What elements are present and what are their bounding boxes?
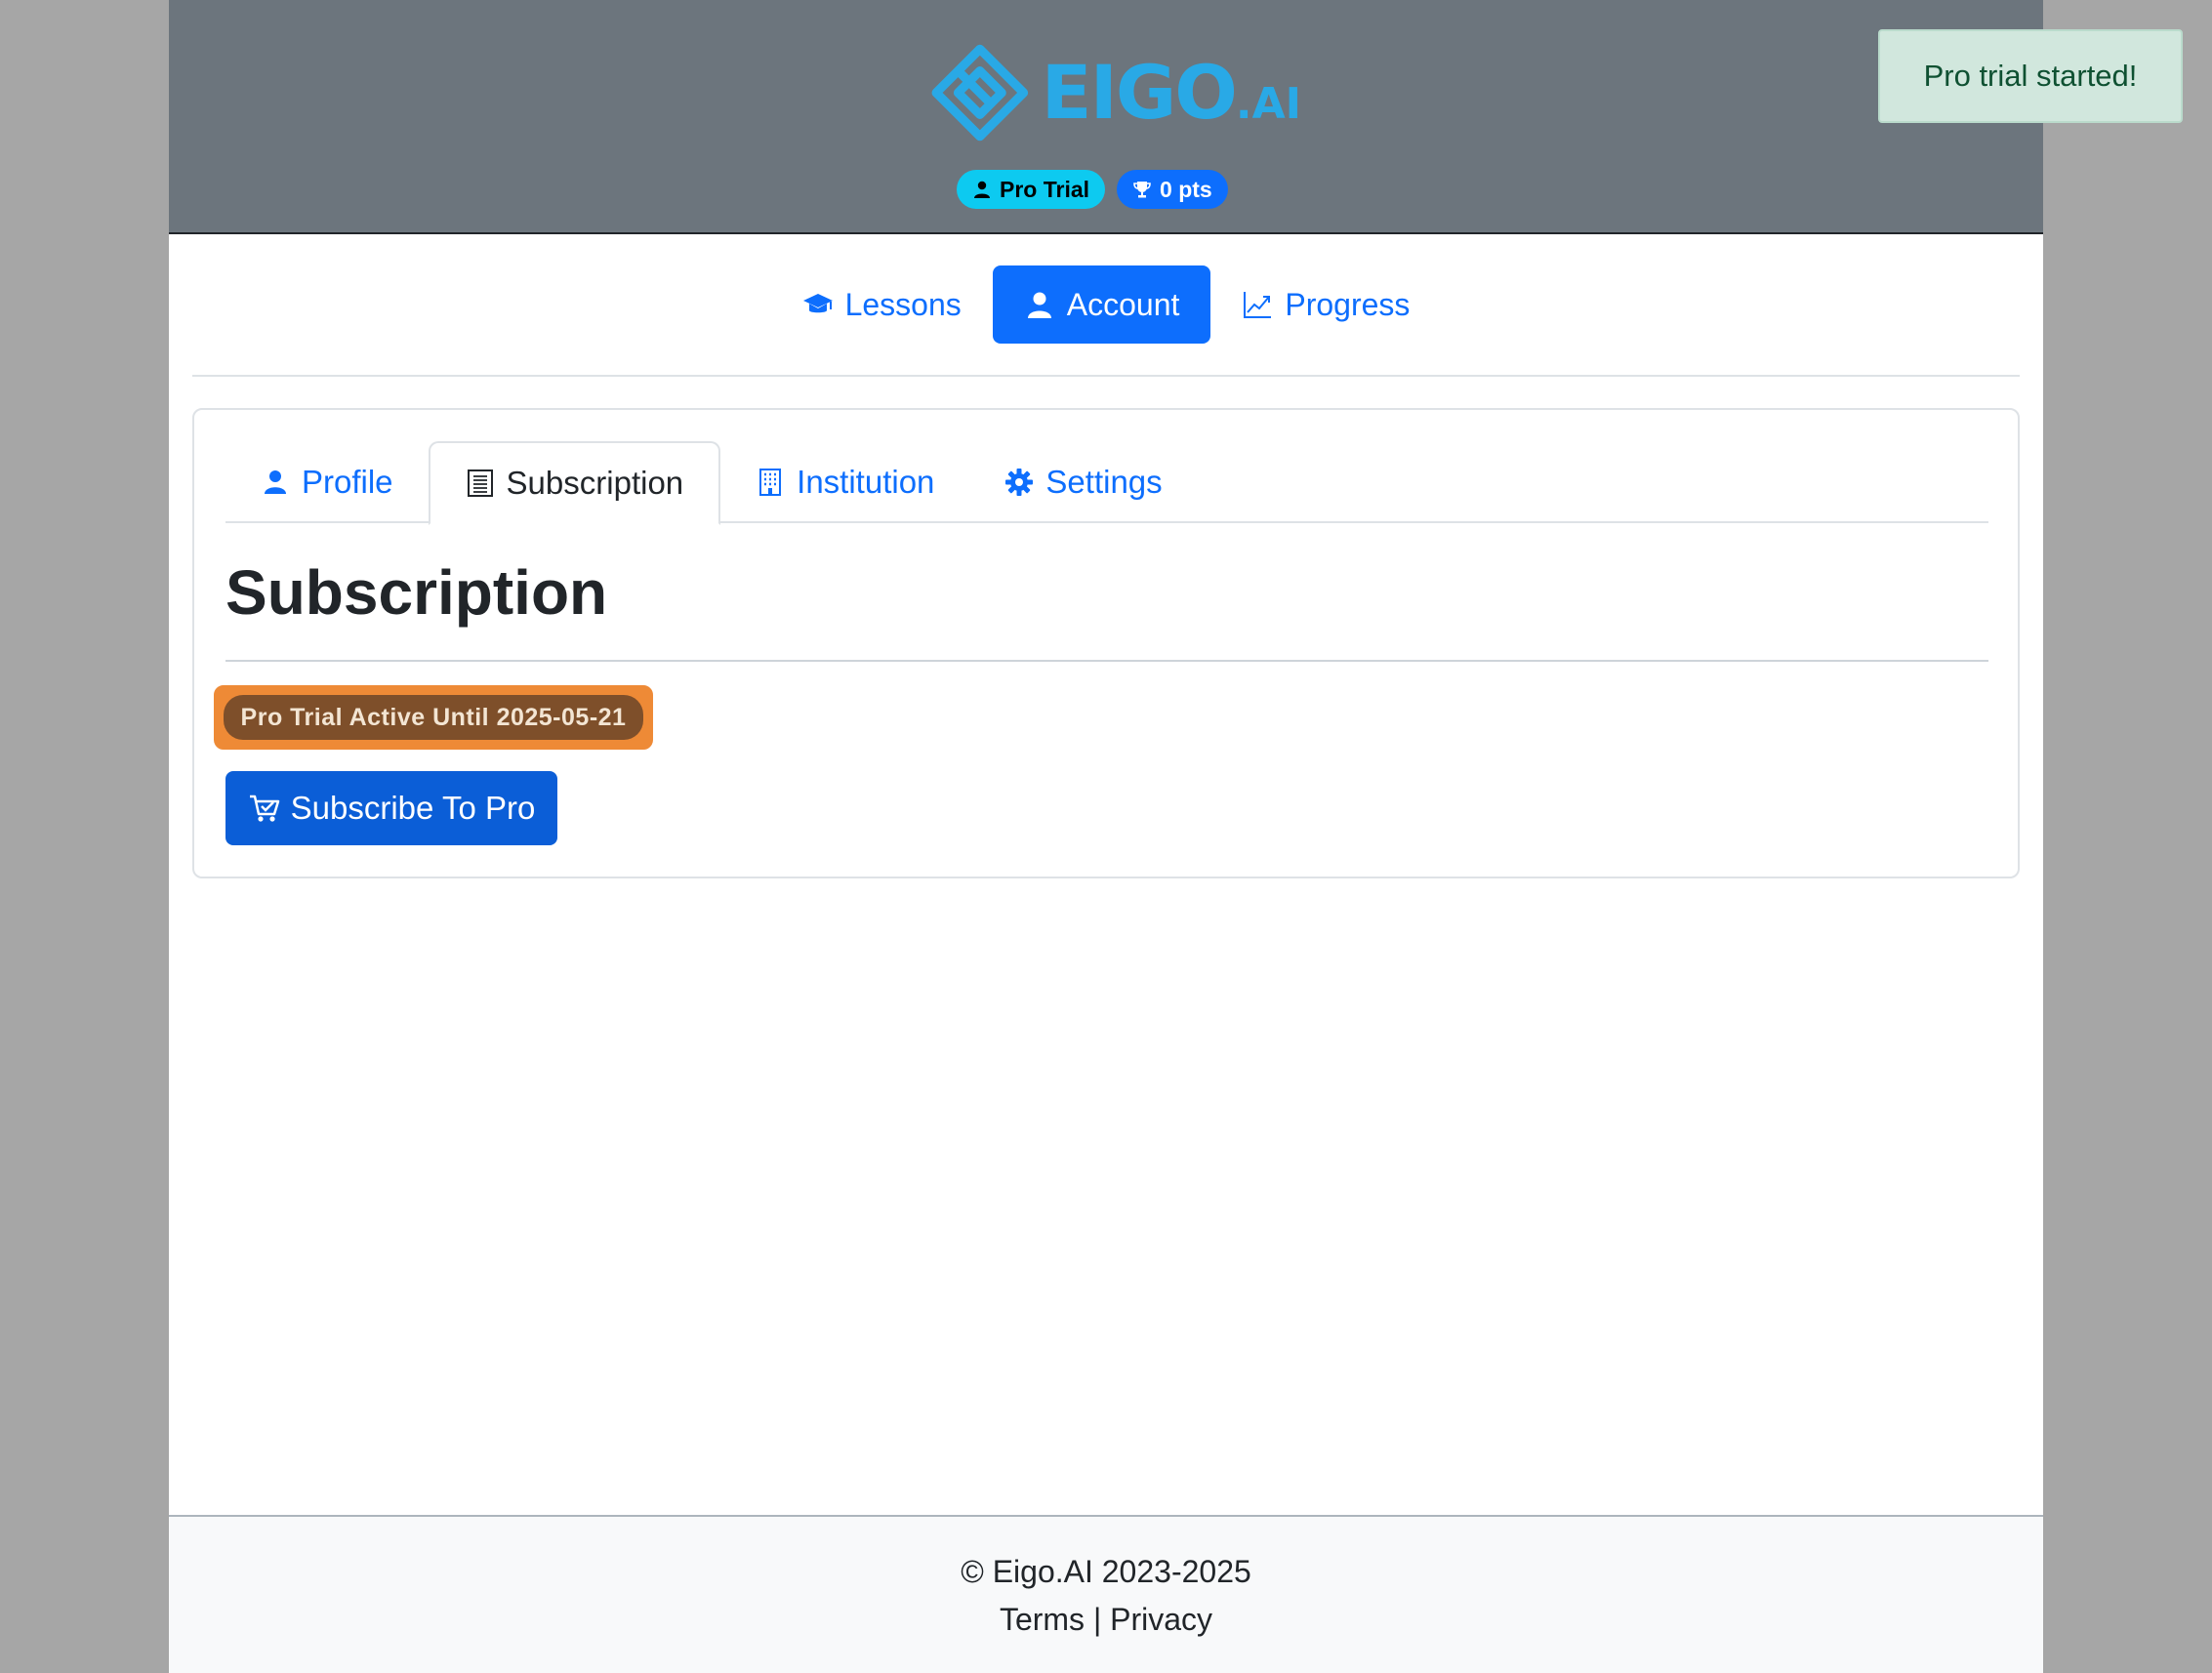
subscribe-button-label: Subscribe To Pro [290,790,536,826]
building-icon [759,469,782,496]
footer-separator: | [1092,1602,1102,1637]
cart-icon [249,795,279,822]
nav-progress[interactable]: Progress [1210,265,1441,344]
section-divider [225,660,1988,662]
nav-lessons-label: Lessons [844,286,962,322]
user-icon [974,181,990,198]
chart-line-icon [1244,292,1272,318]
trophy-icon [1133,182,1151,198]
eigo-logo[interactable]: EIGO.AI [930,39,1301,146]
subscription-title: Subscription [225,557,608,628]
graduation-cap-icon [802,294,833,313]
terms-link[interactable]: Terms [1000,1602,1085,1637]
main-nav: Lessons Account Progress [169,265,2043,344]
tab-profile[interactable]: Profile [225,441,429,523]
account-tabs: Profile Subscription Institution Setting… [225,441,1988,525]
tab-subscription[interactable]: Subscription [428,441,721,525]
user-icon [1027,292,1051,318]
tab-subscription-label: Subscription [506,465,684,501]
toast-message: Pro trial started! [1923,59,2138,93]
app-window: EIGO.AI Pro Trial 0 pts Lessons Account … [169,0,2043,1673]
points-badge-label: 0 pts [1160,176,1212,202]
tab-institution-label: Institution [797,464,935,500]
nav-account[interactable]: Account [992,265,1211,344]
trial-status-badge: Pro Trial Active Until 2025-05-21 [224,695,643,740]
eigo-logo-icon [931,44,1029,142]
copyright-text: © Eigo.AI 2023-2025 [961,1554,1251,1589]
receipt-icon [467,469,493,497]
logo-wordmark: EIGO.AI [1041,49,1301,136]
plan-badge: Pro Trial [957,170,1106,209]
subscribe-to-pro-button[interactable]: Subscribe To Pro [225,771,557,845]
trial-status-highlight: Pro Trial Active Until 2025-05-21 [214,685,653,750]
tab-institution[interactable]: Institution [720,441,969,523]
nav-account-label: Account [1066,286,1180,322]
nav-divider [192,375,2020,377]
account-card: Profile Subscription Institution Setting… [192,408,2020,878]
tab-settings-label: Settings [1045,464,1163,500]
gear-icon [1005,469,1034,496]
points-badge: 0 pts [1117,170,1228,209]
tab-settings[interactable]: Settings [969,441,1197,523]
header: EIGO.AI Pro Trial 0 pts [169,0,2043,234]
privacy-link[interactable]: Privacy [1110,1602,1212,1637]
tab-profile-label: Profile [302,464,393,500]
user-icon [265,470,286,494]
plan-badge-label: Pro Trial [1000,176,1090,202]
footer: © Eigo.AI 2023-2025 Terms | Privacy [169,1515,2043,1673]
nav-lessons[interactable]: Lessons [771,265,993,344]
header-badges: Pro Trial 0 pts [957,170,1228,209]
footer-links: Terms | Privacy [169,1602,2043,1638]
success-toast[interactable]: Pro trial started! [1878,29,2183,123]
nav-progress-label: Progress [1285,286,1411,322]
